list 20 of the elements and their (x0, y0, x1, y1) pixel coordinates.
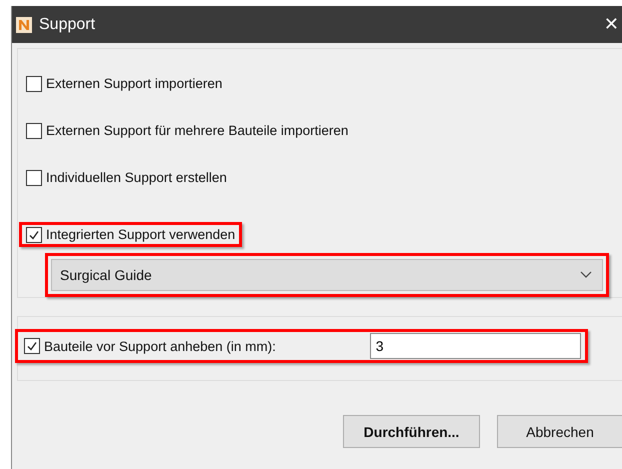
chevron-down-icon (580, 271, 592, 279)
dropdown[interactable]: Surgical Guide (51, 259, 603, 291)
checkbox-label: Externen Support importieren (46, 76, 222, 91)
dialog-button[interactable]: Durchführen... (343, 415, 480, 448)
checkbox-label: Individuellen Support erstellen (46, 170, 227, 185)
checkbox[interactable] (26, 122, 42, 138)
close-button[interactable]: ✕ (600, 14, 622, 35)
checkbox-label: Integrierten Support verwenden (46, 227, 236, 242)
checkbox[interactable] (26, 170, 42, 186)
check-icon (28, 228, 40, 240)
checkbox[interactable] (24, 338, 40, 354)
dialog-button[interactable]: Abbrechen (497, 415, 622, 448)
window-title: Support (39, 16, 96, 34)
checkbox-label: Bauteile vor Support anheben (in mm): (44, 338, 277, 354)
check-icon (26, 340, 38, 352)
checkbox-label: Externen Support für mehrere Bauteile importieren (46, 123, 348, 138)
checkbox[interactable] (26, 76, 42, 92)
checkbox[interactable] (26, 226, 42, 242)
input-field[interactable]: 3 (370, 333, 581, 359)
app-logo-icon (16, 16, 32, 32)
